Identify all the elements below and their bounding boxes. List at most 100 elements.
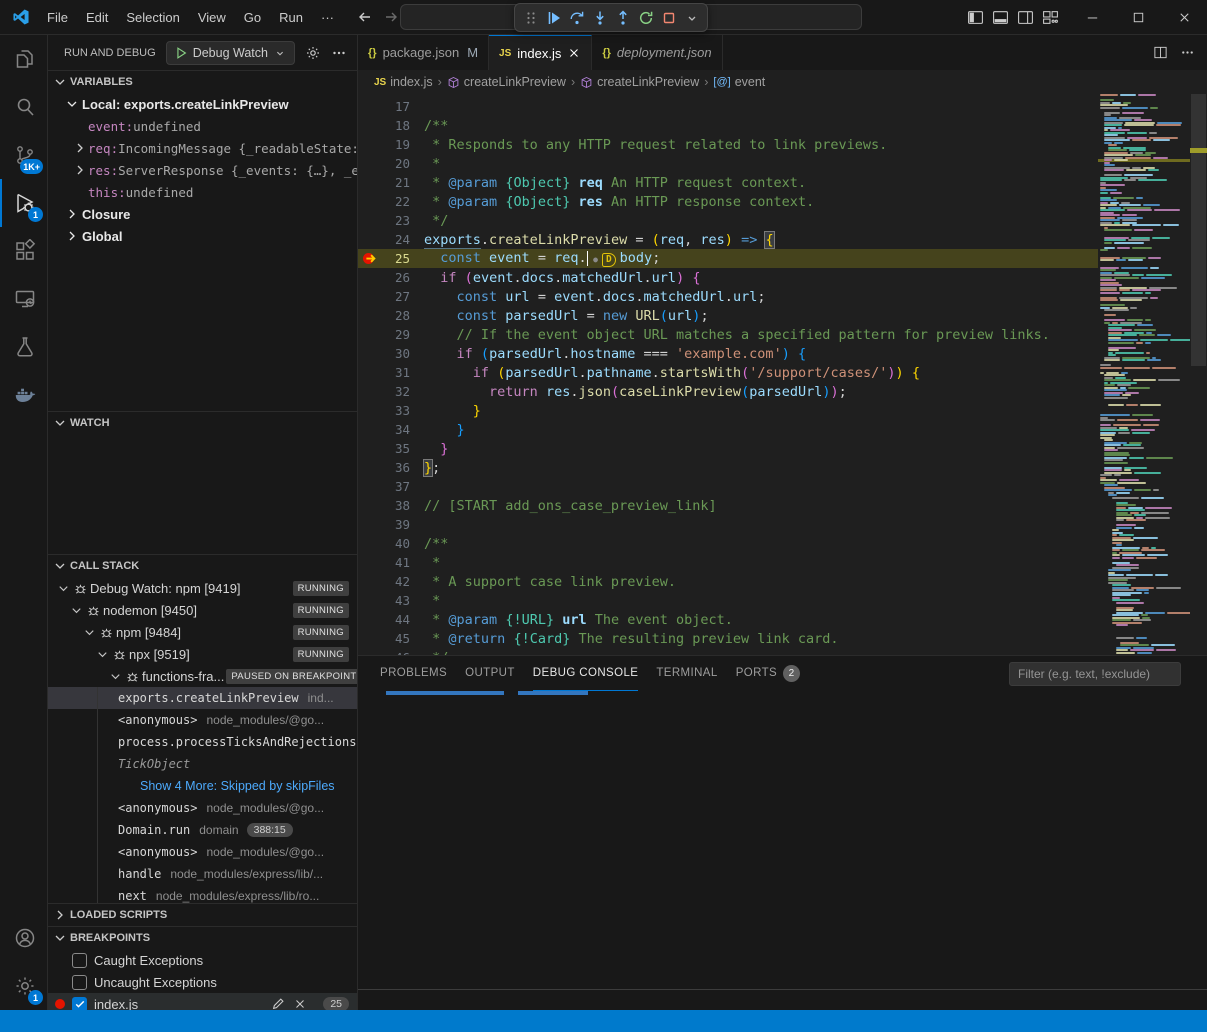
activity-extensions[interactable]	[0, 227, 47, 275]
activity-settings[interactable]: 1	[0, 962, 47, 1010]
callstack-session[interactable]: nodemon [9450]RUNNING	[48, 599, 357, 621]
panel-tab-ports[interactable]: PORTS2	[736, 656, 800, 691]
menu-more[interactable]: ···	[312, 0, 343, 34]
callstack-session[interactable]: npx [9519]RUNNING	[48, 643, 357, 665]
gear-icon[interactable]	[305, 45, 321, 61]
activity-source-control[interactable]: 1K+	[0, 131, 47, 179]
stack-frame[interactable]: Domain.rundomain388:15	[48, 819, 357, 841]
breakpoint-column[interactable]	[358, 363, 382, 382]
panel-tab-terminal[interactable]: TERMINAL	[656, 656, 717, 691]
breakpoint-column[interactable]	[358, 515, 382, 534]
scrollbar-slider[interactable]	[1191, 94, 1206, 366]
variables-header[interactable]: VARIABLES	[48, 71, 357, 93]
breadcrumb-item[interactable]: createLinkPreview	[447, 75, 566, 89]
more-actions-icon[interactable]	[331, 45, 347, 61]
repl-input[interactable]	[358, 989, 1207, 1010]
breakpoint-checkbox[interactable]	[72, 997, 87, 1011]
variable-row[interactable]: req: IncomingMessage {_readableState:…	[48, 137, 357, 159]
stop-button[interactable]	[657, 6, 680, 29]
stack-frame[interactable]: process.processTicksAndRejections	[48, 731, 357, 753]
forward-icon[interactable]	[383, 9, 399, 25]
menu-selection[interactable]: Selection	[117, 0, 188, 34]
maximize-button[interactable]	[1115, 0, 1161, 35]
toggle-panel-icon[interactable]	[992, 9, 1009, 26]
panel-tab-problems[interactable]: PROBLEMS	[380, 656, 447, 691]
activity-accounts[interactable]	[0, 914, 47, 962]
activity-explorer[interactable]	[0, 35, 47, 83]
callstack-session[interactable]: functions-fra...PAUSED ON BREAKPOINT	[48, 665, 357, 687]
breadcrumb-item[interactable]: JSindex.js	[374, 75, 433, 89]
launch-config-select[interactable]: Debug Watch	[166, 41, 295, 65]
minimap[interactable]	[1098, 94, 1190, 655]
loaded-scripts-header[interactable]: LOADED SCRIPTS	[48, 904, 357, 926]
stack-frame[interactable]: Show 4 More: Skipped by skipFiles	[48, 775, 357, 797]
scope-closure[interactable]: Closure	[48, 203, 357, 225]
panel-tab-debug-console[interactable]: DEBUG CONSOLE	[533, 656, 639, 691]
back-icon[interactable]	[357, 9, 373, 25]
callstack-session[interactable]: npm [9484]RUNNING	[48, 621, 357, 643]
watch-header[interactable]: WATCH	[48, 412, 357, 434]
menu-run[interactable]: Run	[270, 0, 312, 34]
scope-local-exports-createlinkpreview[interactable]: Local: exports.createLinkPreview	[48, 93, 357, 115]
panel-tab-output[interactable]: OUTPUT	[465, 656, 515, 691]
stack-frame[interactable]: <anonymous>node_modules/@go...	[48, 709, 357, 731]
breakpoint-column[interactable]	[358, 458, 382, 477]
breakpoint-column[interactable]	[358, 325, 382, 344]
activity-run-and-debug[interactable]: 1	[0, 179, 47, 227]
tab-index-js[interactable]: JSindex.js	[489, 35, 592, 70]
toggle-primary-sidebar-icon[interactable]	[967, 9, 984, 26]
breakpoint-current-icon[interactable]	[358, 249, 382, 268]
activity-testing[interactable]	[0, 323, 47, 371]
breakpoint-column[interactable]	[358, 534, 382, 553]
remove-breakpoint-icon[interactable]	[293, 997, 307, 1010]
variable-row[interactable]: res: ServerResponse {_events: {…}, _e…	[48, 159, 357, 181]
close-button[interactable]	[1161, 0, 1207, 35]
activity-docker[interactable]	[0, 371, 47, 419]
menu-view[interactable]: View	[189, 0, 235, 34]
continue-button[interactable]	[542, 6, 565, 29]
breakpoint-checkbox[interactable]	[72, 953, 87, 968]
breakpoints-header[interactable]: BREAKPOINTS	[48, 927, 357, 949]
callstack-session[interactable]: Debug Watch: npm [9419]RUNNING	[48, 577, 357, 599]
stack-frame[interactable]: exports.createLinkPreviewind...	[48, 687, 357, 709]
close-icon[interactable]	[567, 46, 581, 60]
breakpoint-column[interactable]	[358, 496, 382, 515]
console-filter-input[interactable]	[1009, 662, 1181, 686]
stack-frame[interactable]: TickObject	[48, 753, 357, 775]
minimize-button[interactable]	[1069, 0, 1115, 35]
breakpoint-column[interactable]	[358, 591, 382, 610]
breakpoint-checkbox[interactable]	[72, 975, 87, 990]
breakpoint-row[interactable]: Uncaught Exceptions	[48, 971, 357, 993]
call-stack-header[interactable]: CALL STACK	[48, 555, 357, 577]
breakpoint-column[interactable]	[358, 135, 382, 154]
breakpoint-column[interactable]	[358, 610, 382, 629]
menu-go[interactable]: Go	[235, 0, 270, 34]
activity-search[interactable]	[0, 83, 47, 131]
breadcrumb-item[interactable]: createLinkPreview	[580, 75, 699, 89]
session-dropdown-chevron-button[interactable]	[680, 6, 703, 29]
breakpoint-column[interactable]	[358, 173, 382, 192]
breakpoint-column[interactable]	[358, 344, 382, 363]
breakpoint-column[interactable]	[358, 154, 382, 173]
breakpoint-column[interactable]	[358, 572, 382, 591]
variable-row[interactable]: event: undefined	[48, 115, 357, 137]
stack-frame[interactable]: <anonymous>node_modules/@go...	[48, 841, 357, 863]
breakpoint-column[interactable]	[358, 401, 382, 420]
breakpoint-column[interactable]	[358, 268, 382, 287]
restart-button[interactable]	[634, 6, 657, 29]
split-editor-icon[interactable]	[1153, 45, 1168, 60]
breakpoint-column[interactable]	[358, 648, 382, 655]
stack-frame[interactable]: handlenode_modules/express/lib/...	[48, 863, 357, 885]
menu-file[interactable]: File	[38, 0, 77, 34]
breakpoint-column[interactable]	[358, 116, 382, 135]
activity-remote-explorer[interactable]	[0, 275, 47, 323]
breadcrumb-item[interactable]: [@]event	[713, 75, 765, 89]
breakpoint-column[interactable]	[358, 553, 382, 572]
breakpoint-column[interactable]	[358, 230, 382, 249]
breakpoint-row[interactable]: index.js25	[48, 993, 357, 1010]
stack-frame[interactable]: nextnode_modules/express/lib/ro...	[48, 885, 357, 903]
breakpoint-column[interactable]	[358, 97, 382, 116]
breakpoint-column[interactable]	[358, 306, 382, 325]
breakpoint-column[interactable]	[358, 192, 382, 211]
breakpoint-column[interactable]	[358, 439, 382, 458]
